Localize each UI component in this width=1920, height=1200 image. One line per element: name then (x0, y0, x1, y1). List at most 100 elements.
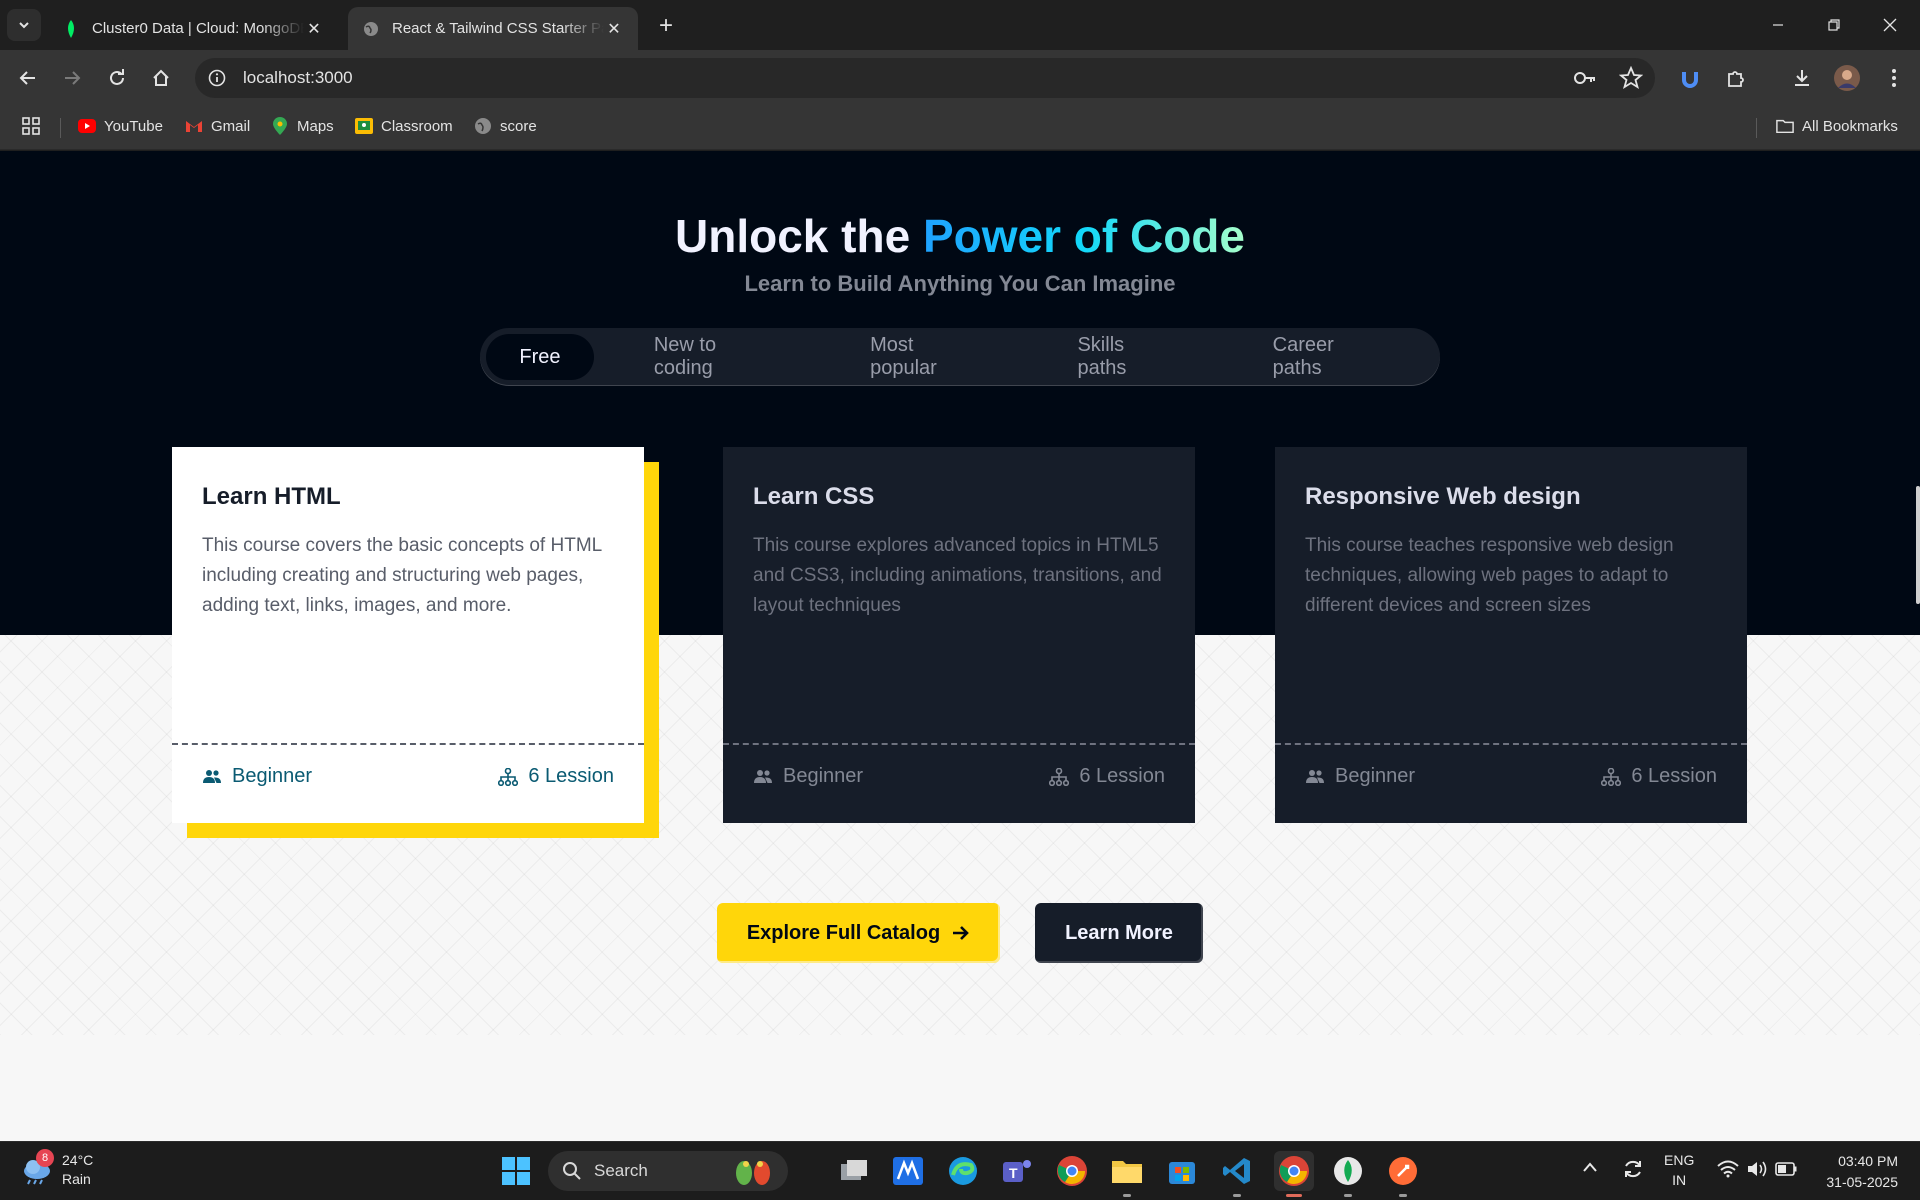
course-lessons: 6 Lession (1049, 765, 1165, 788)
password-key-icon[interactable] (1573, 66, 1597, 95)
start-button[interactable] (498, 1153, 534, 1189)
classroom-icon (355, 117, 373, 135)
users-icon (754, 769, 772, 783)
course-title: Learn HTML (202, 483, 341, 510)
bookmark-star-icon[interactable] (1618, 65, 1644, 95)
apps-grid-icon[interactable] (22, 117, 40, 135)
learn-more-label: Learn More (1065, 921, 1173, 944)
windows-taskbar: 8 24°C Rain Search T ENG IN 03:40 PM 31-… (0, 1141, 1920, 1200)
scrollbar-thumb[interactable] (1916, 486, 1920, 604)
tab-most-popular[interactable]: Most popular (824, 334, 1029, 380)
downloads-icon[interactable] (1788, 64, 1816, 92)
bookmark-gmail[interactable]: Gmail (185, 117, 250, 135)
mongodb-compass-icon[interactable] (1330, 1153, 1366, 1197)
bookmark-youtube[interactable]: YouTube (78, 117, 163, 135)
bookmark-score[interactable]: score (474, 117, 537, 135)
tab-skills-paths[interactable]: Skills paths (1029, 334, 1224, 380)
title-prefix: Unlock the (675, 210, 923, 262)
back-button[interactable] (14, 64, 42, 92)
explore-catalog-button[interactable]: Explore Full Catalog (717, 903, 1000, 963)
app-icon-markdown[interactable] (890, 1153, 926, 1189)
active-indicator (1286, 1194, 1302, 1197)
course-description: This course covers the basic concepts of… (202, 535, 602, 616)
course-card-css[interactable]: Learn CSS This course explores advanced … (723, 447, 1195, 823)
tab-react-starter[interactable]: React & Tailwind CSS Starter Pack ✕ (348, 7, 638, 50)
hierarchy-icon (1049, 767, 1070, 786)
svg-text:T: T (1009, 1165, 1018, 1181)
chevron-down-icon (19, 22, 29, 29)
taskbar-search[interactable]: Search (548, 1151, 788, 1191)
tab-free[interactable]: Free (486, 334, 594, 380)
edge-browser-icon[interactable] (945, 1153, 981, 1189)
course-card-responsive[interactable]: Responsive Web design This course teache… (1275, 447, 1747, 823)
sync-icon[interactable] (1622, 1158, 1644, 1183)
bookmark-maps[interactable]: Maps (271, 117, 334, 135)
region-code: IN (1672, 1172, 1687, 1188)
extensions-puzzle-icon[interactable] (1722, 64, 1750, 92)
tab-new-to-coding[interactable]: New to coding (594, 334, 824, 380)
minimize-button[interactable] (1750, 0, 1806, 50)
close-icon[interactable]: ✕ (604, 19, 624, 39)
weather-widget[interactable]: 8 24°C Rain (20, 1149, 93, 1189)
new-tab-button[interactable]: + (652, 12, 680, 40)
minimize-icon (1773, 24, 1783, 26)
users-icon (1306, 769, 1324, 783)
clock-date: 31-05-2025 (1826, 1174, 1898, 1190)
address-bar[interactable]: localhost:3000 (195, 58, 1655, 98)
browser-tab-strip: Cluster0 Data | Cloud: MongoDB Cloud ✕ R… (0, 0, 1920, 50)
wifi-icon[interactable] (1717, 1160, 1739, 1181)
reload-button[interactable] (103, 64, 131, 92)
teams-icon[interactable]: T (999, 1153, 1035, 1189)
file-explorer-icon[interactable] (1109, 1153, 1145, 1197)
chrome-icon[interactable] (1054, 1153, 1090, 1189)
tab-title: React & Tailwind CSS Starter Pack (392, 20, 604, 37)
chevron-up-icon[interactable] (1582, 1160, 1598, 1176)
learn-more-button[interactable]: Learn More (1035, 903, 1203, 963)
language-indicator[interactable]: ENG IN (1664, 1150, 1694, 1190)
bookmark-classroom[interactable]: Classroom (355, 117, 453, 135)
page-scrollbar[interactable] (1914, 151, 1920, 1141)
close-icon[interactable]: ✕ (304, 19, 324, 39)
page-title: Unlock the Power of Code (0, 209, 1920, 263)
url-text[interactable]: localhost:3000 (243, 68, 353, 88)
tab-search-button[interactable] (7, 9, 41, 41)
course-filter-tabs: Free New to coding Most popular Skills p… (480, 328, 1440, 386)
course-card-html[interactable]: Learn HTML This course covers the basic … (172, 447, 659, 838)
course-lessons-label: 6 Lession (1631, 765, 1717, 787)
course-level-label: Beginner (1335, 765, 1416, 787)
forward-button[interactable] (58, 64, 86, 92)
bookmark-label: YouTube (104, 117, 163, 135)
all-bookmarks-button[interactable]: All Bookmarks (1776, 117, 1898, 135)
system-clock[interactable]: 03:40 PM 31-05-2025 (1826, 1151, 1898, 1193)
store-icon[interactable] (1164, 1153, 1200, 1189)
bookmark-label: Classroom (381, 117, 453, 135)
close-icon (1883, 18, 1897, 32)
home-icon (153, 69, 169, 86)
page-subtitle: Learn to Build Anything You Can Imagine (744, 271, 1176, 296)
more-menu-icon[interactable] (1880, 64, 1908, 92)
bookmarks-divider (1756, 118, 1757, 138)
home-button[interactable] (147, 64, 175, 92)
page-viewport: Unlock the Power of Code Learn to Build … (0, 151, 1920, 1141)
folder-icon (1776, 117, 1794, 135)
globe-icon (362, 20, 380, 38)
arrow-left-icon (19, 71, 35, 85)
extension-blue-icon[interactable] (1676, 64, 1704, 92)
tab-career-paths[interactable]: Career paths (1225, 334, 1434, 380)
chrome-active-icon[interactable] (1274, 1151, 1314, 1197)
vscode-icon[interactable] (1219, 1153, 1255, 1197)
profile-avatar[interactable] (1833, 64, 1861, 92)
volume-icon[interactable] (1746, 1160, 1768, 1181)
bookmark-label: Gmail (211, 117, 251, 135)
site-info-icon[interactable] (205, 66, 229, 90)
card-divider (723, 743, 1195, 745)
battery-icon[interactable] (1775, 1162, 1797, 1179)
task-view-icon[interactable] (836, 1153, 872, 1189)
postman-icon[interactable] (1385, 1153, 1421, 1197)
restore-button[interactable] (1806, 0, 1862, 50)
close-window-button[interactable] (1862, 0, 1918, 50)
running-indicator (1344, 1194, 1352, 1197)
tab-mongodb[interactable]: Cluster0 Data | Cloud: MongoDB Cloud ✕ (48, 7, 338, 50)
hierarchy-icon (498, 767, 519, 786)
card-divider (1275, 743, 1747, 745)
